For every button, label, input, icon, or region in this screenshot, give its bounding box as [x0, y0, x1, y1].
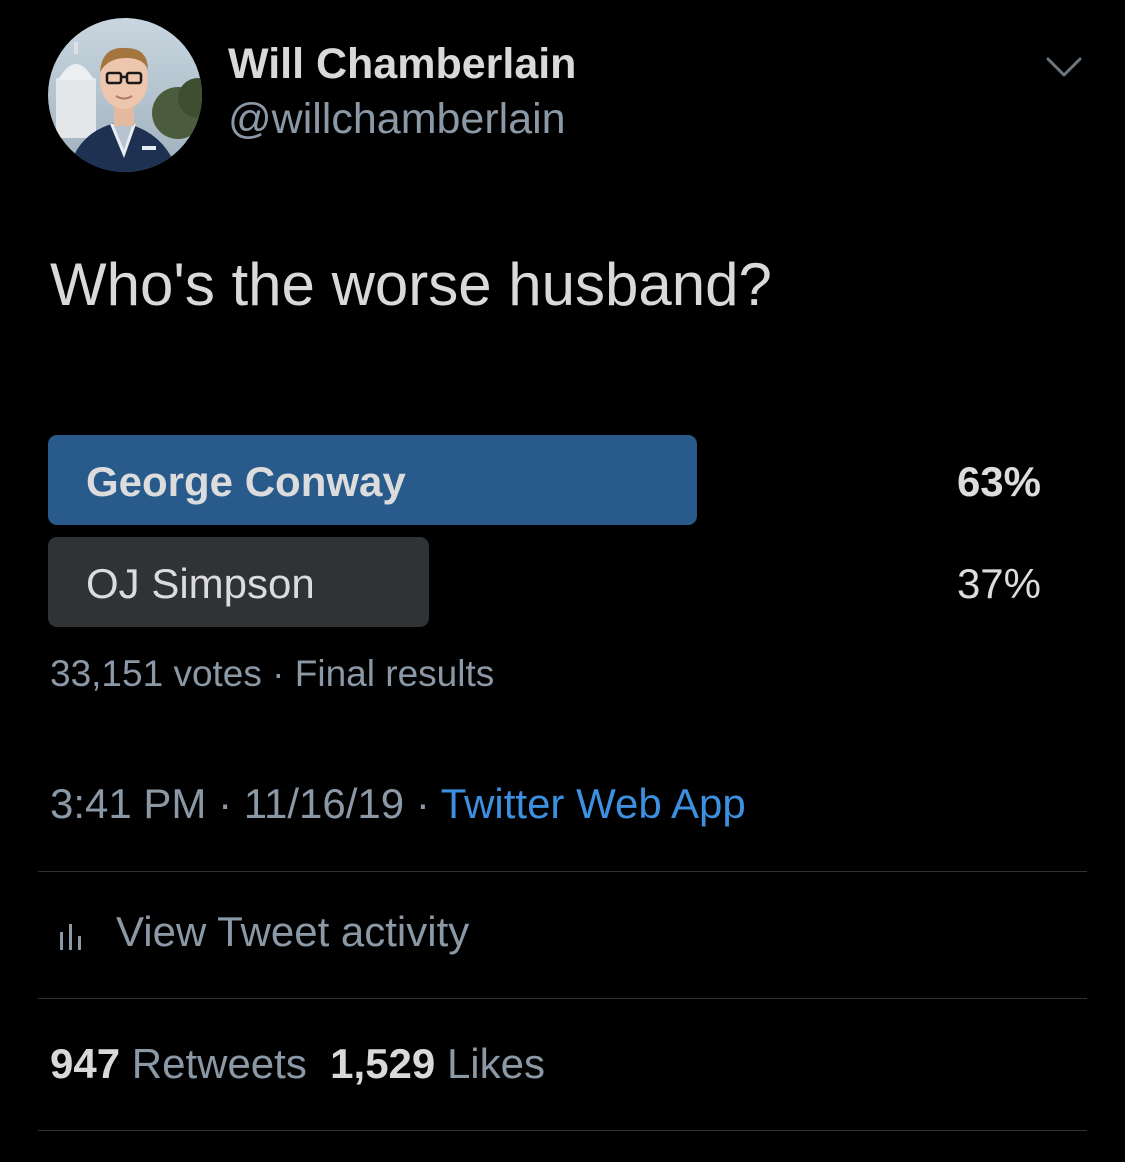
- chevron-down-icon[interactable]: [1046, 56, 1082, 78]
- divider: [38, 1130, 1087, 1131]
- tweet-text: Who's the worse husband?: [50, 251, 772, 318]
- tweet-time[interactable]: 3:41 PM: [50, 780, 206, 827]
- poll-status: Final results: [294, 653, 495, 694]
- poll-option-label: OJ Simpson: [86, 560, 315, 607]
- separator-dot: ·: [218, 780, 233, 827]
- poll-summary: 33,151 votes · Final results: [50, 653, 494, 695]
- separator-dot: ·: [415, 780, 430, 827]
- tweet-date[interactable]: 11/16/19: [244, 780, 404, 827]
- tweet-timestamp-row: 3:41 PM · 11/16/19 · Twitter Web App: [50, 780, 746, 828]
- poll-option-percent: 63%: [956, 458, 1041, 505]
- divider: [38, 871, 1087, 872]
- poll-option-percent: 37%: [956, 560, 1041, 607]
- likes-count: 1,529: [330, 1040, 436, 1087]
- likes-stat[interactable]: 1,529 Likes: [330, 1040, 545, 1087]
- likes-label: Likes: [446, 1040, 546, 1087]
- author-handle[interactable]: @willchamberlain: [228, 95, 566, 144]
- separator-dot: ·: [272, 653, 285, 694]
- retweets-stat[interactable]: 947 Retweets: [50, 1040, 307, 1087]
- avatar[interactable]: [48, 18, 202, 172]
- tweet-stats: 947 Retweets 1,529 Likes: [50, 1040, 545, 1088]
- retweets-count: 947: [50, 1040, 121, 1087]
- poll-vote-count: 33,151 votes: [50, 653, 262, 694]
- tweet-source-link[interactable]: Twitter Web App: [441, 780, 746, 827]
- retweets-label: Retweets: [131, 1040, 307, 1087]
- divider: [38, 998, 1087, 999]
- avatar-photo: [48, 18, 202, 172]
- view-tweet-activity-label: View Tweet activity: [116, 908, 470, 955]
- poll-option-label: George Conway: [86, 458, 406, 505]
- bar-chart-icon: [60, 924, 81, 950]
- author-display-name[interactable]: Will Chamberlain: [228, 40, 576, 89]
